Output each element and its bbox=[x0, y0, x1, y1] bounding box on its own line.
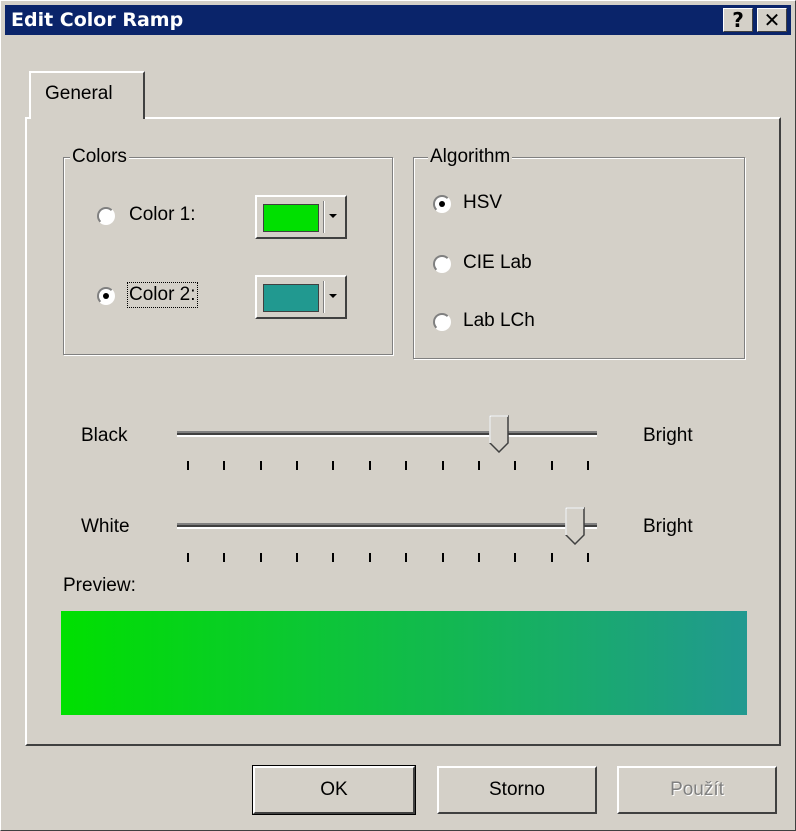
slider-tick bbox=[187, 553, 189, 562]
black-slider-right-label: Bright bbox=[643, 425, 693, 446]
slider-tick bbox=[551, 553, 553, 562]
color2-picker-button[interactable] bbox=[255, 275, 347, 319]
black-slider-ticks bbox=[187, 461, 589, 471]
black-slider-track[interactable] bbox=[177, 431, 597, 437]
algorithm-cielab-label[interactable]: CIE Lab bbox=[463, 252, 532, 274]
colors-group-legend: Colors bbox=[70, 146, 129, 168]
window-title: Edit Color Ramp bbox=[11, 9, 184, 31]
title-bar[interactable]: Edit Color Ramp ? ✕ bbox=[5, 5, 791, 35]
slider-tick bbox=[332, 553, 334, 562]
slider-tick bbox=[369, 553, 371, 562]
radio-selected-dot bbox=[439, 201, 445, 207]
close-button[interactable]: ✕ bbox=[757, 8, 787, 32]
slider-tick bbox=[478, 553, 480, 562]
radio-selected-dot bbox=[103, 293, 109, 299]
color1-swatch bbox=[263, 204, 319, 232]
slider-tick bbox=[260, 461, 262, 470]
slider-tick bbox=[587, 461, 589, 470]
dialog-window: Edit Color Ramp ? ✕ General Colors Color… bbox=[0, 0, 796, 831]
help-button[interactable]: ? bbox=[723, 8, 753, 32]
color2-swatch bbox=[263, 284, 319, 312]
algorithm-hsv-label[interactable]: HSV bbox=[463, 192, 502, 214]
close-icon: ✕ bbox=[763, 8, 781, 32]
preview-gradient bbox=[61, 611, 747, 715]
tab-general-label: General bbox=[45, 83, 113, 104]
algorithm-lablch-radio[interactable] bbox=[433, 313, 451, 331]
slider-tick bbox=[442, 461, 444, 470]
slider-tick bbox=[260, 553, 262, 562]
slider-tick bbox=[369, 461, 371, 470]
cancel-button[interactable]: Storno bbox=[437, 766, 597, 814]
slider-tick bbox=[405, 553, 407, 562]
slider-tick bbox=[296, 553, 298, 562]
chevron-down-icon bbox=[329, 214, 337, 218]
chevron-down-icon bbox=[329, 294, 337, 298]
separator bbox=[323, 281, 324, 313]
white-slider-left-label: White bbox=[81, 516, 130, 537]
white-slider-track[interactable] bbox=[177, 523, 597, 529]
apply-button[interactable]: Použít bbox=[617, 766, 777, 814]
color1-radio[interactable] bbox=[97, 207, 115, 225]
algorithm-hsv-radio[interactable] bbox=[433, 195, 451, 213]
ok-button[interactable]: OK bbox=[252, 765, 416, 815]
slider-tick bbox=[478, 461, 480, 470]
white-slider-thumb[interactable] bbox=[565, 507, 585, 545]
white-slider-right-label: Bright bbox=[643, 516, 693, 537]
algorithm-lablch-label[interactable]: Lab LCh bbox=[463, 310, 535, 332]
black-slider-thumb[interactable] bbox=[489, 415, 509, 453]
slider-tick bbox=[442, 553, 444, 562]
slider-tick bbox=[296, 461, 298, 470]
separator bbox=[323, 201, 324, 233]
color2-radio[interactable] bbox=[97, 287, 115, 305]
colors-group: Colors bbox=[63, 146, 393, 355]
slider-tick bbox=[514, 461, 516, 470]
slider-tick bbox=[187, 461, 189, 470]
slider-tick bbox=[223, 553, 225, 562]
preview-label: Preview: bbox=[63, 575, 136, 596]
black-slider-left-label: Black bbox=[81, 425, 128, 446]
slider-tick bbox=[405, 461, 407, 470]
tab-general[interactable]: General bbox=[29, 71, 145, 119]
algorithm-group-legend: Algorithm bbox=[428, 146, 513, 168]
slider-tick bbox=[514, 553, 516, 562]
color1-picker-button[interactable] bbox=[255, 195, 347, 239]
slider-tick bbox=[587, 553, 589, 562]
color2-label[interactable]: Color 2: bbox=[127, 282, 198, 308]
white-slider-ticks bbox=[187, 553, 589, 563]
algorithm-cielab-radio[interactable] bbox=[433, 255, 451, 273]
slider-tick bbox=[551, 461, 553, 470]
color1-label[interactable]: Color 1: bbox=[129, 204, 196, 226]
slider-tick bbox=[223, 461, 225, 470]
slider-tick bbox=[332, 461, 334, 470]
